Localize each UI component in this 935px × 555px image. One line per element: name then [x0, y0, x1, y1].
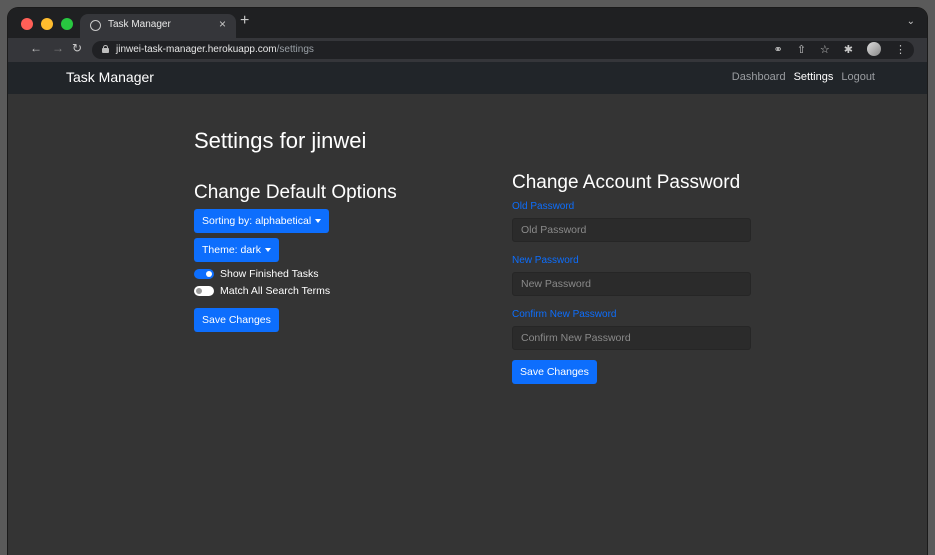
caret-down-icon	[264, 248, 271, 253]
address-bar[interactable]: jinwei-task-manager.herokuapp.com/settin…	[92, 41, 914, 59]
key-icon[interactable]: ⚭	[773, 43, 782, 56]
confirm-password-input[interactable]	[512, 326, 751, 350]
sorting-dropdown-button[interactable]: Sorting by: alphabetical	[194, 209, 330, 233]
new-password-input[interactable]	[512, 272, 751, 296]
confirm-password-label: Confirm New Password	[512, 309, 617, 320]
default-options-title: Change Default Options	[194, 182, 397, 203]
show-finished-switch[interactable]	[194, 269, 214, 279]
forward-arrow-icon[interactable]: →	[52, 41, 64, 55]
globe-icon	[90, 20, 101, 31]
nav-link-dashboard[interactable]: Dashboard	[732, 71, 786, 83]
match-all-switch[interactable]	[194, 286, 214, 296]
maximize-window-button[interactable]	[61, 18, 73, 30]
match-all-label[interactable]: Match All Search Terms	[220, 285, 330, 297]
old-password-label: Old Password	[512, 201, 575, 212]
url-text: jinwei-task-manager.herokuapp.com/settin…	[116, 44, 314, 55]
app-navbar: Task Manager Dashboard Settings Logout	[8, 62, 927, 94]
profile-avatar[interactable]	[867, 42, 881, 56]
change-password-title: Change Account Password	[512, 172, 741, 193]
tab-close-icon[interactable]: ×	[219, 17, 226, 31]
save-options-button[interactable]: Save Changes	[194, 308, 279, 332]
extensions-icon[interactable]: ✱	[844, 43, 853, 56]
tab-strip: Task Manager × + ⌄	[8, 8, 927, 38]
page-title: Settings for jinwei	[194, 128, 367, 153]
theme-dropdown-button[interactable]: Theme: dark	[194, 238, 279, 262]
minimize-window-button[interactable]	[41, 18, 53, 30]
settings-content: Settings for jinwei Change Default Optio…	[8, 94, 927, 555]
browser-tab[interactable]: Task Manager ×	[80, 14, 236, 38]
more-menu-icon[interactable]: ⋮	[895, 43, 906, 56]
browser-toolbar: ← → ↻ jinwei-task-manager.herokuapp.com/…	[8, 38, 927, 62]
close-window-button[interactable]	[21, 18, 33, 30]
show-finished-toggle-row: Show Finished Tasks	[194, 267, 318, 281]
new-password-label: New Password	[512, 255, 579, 266]
old-password-input[interactable]	[512, 218, 751, 242]
show-finished-label[interactable]: Show Finished Tasks	[220, 268, 318, 280]
lock-icon[interactable]	[102, 45, 109, 53]
match-all-toggle-row: Match All Search Terms	[194, 284, 330, 298]
star-icon[interactable]: ☆	[820, 43, 830, 56]
save-password-button[interactable]: Save Changes	[512, 360, 597, 384]
new-tab-button[interactable]: +	[240, 12, 249, 30]
nav-link-settings[interactable]: Settings	[794, 71, 834, 83]
navbar-brand[interactable]: Task Manager	[66, 69, 154, 85]
nav-links: Dashboard Settings Logout	[732, 71, 875, 83]
back-arrow-icon[interactable]: ←	[30, 41, 42, 55]
reload-icon[interactable]: ↻	[72, 41, 82, 55]
share-icon[interactable]: ⇧	[797, 43, 806, 56]
chevron-down-icon[interactable]: ⌄	[907, 16, 915, 27]
browser-window: Task Manager × + ⌄ ← → ↻ jinwei-task-man…	[8, 8, 927, 555]
caret-down-icon	[315, 219, 322, 224]
nav-link-logout[interactable]: Logout	[841, 71, 875, 83]
tab-title: Task Manager	[108, 19, 171, 30]
